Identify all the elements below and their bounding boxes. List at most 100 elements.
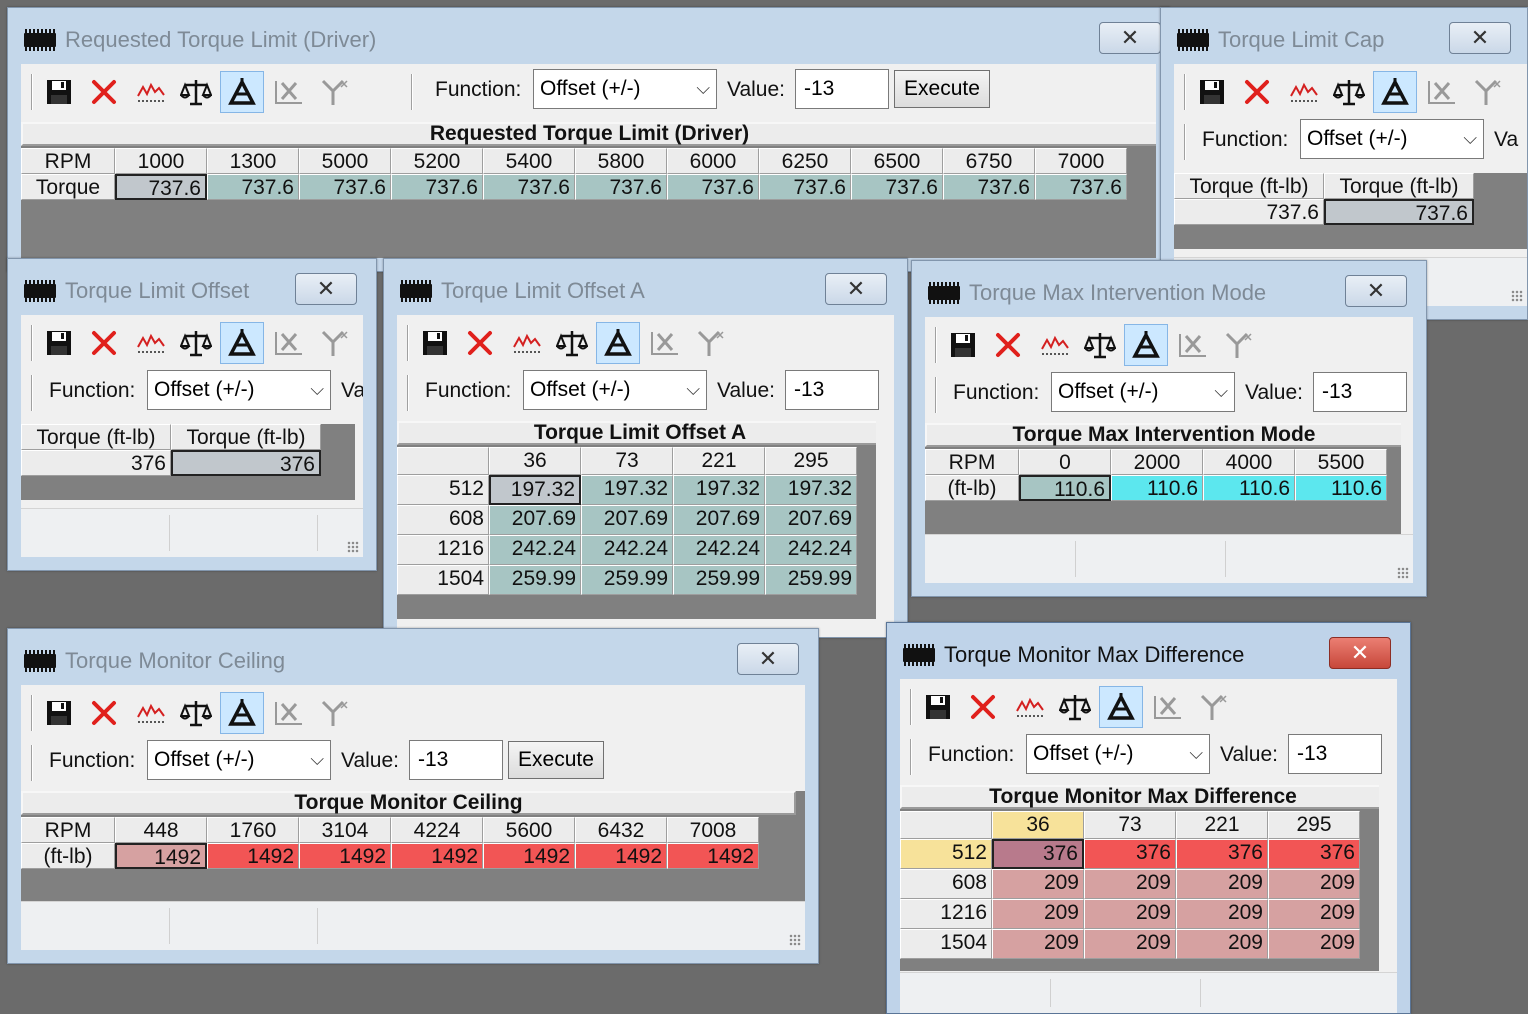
table-cell[interactable]: 1492: [391, 843, 483, 869]
graph-button[interactable]: [1033, 324, 1077, 366]
close-button[interactable]: ✕: [737, 643, 799, 675]
title-bar[interactable]: Torque Max Intervention Mode ✕: [912, 261, 1426, 317]
save-button[interactable]: [37, 71, 81, 113]
table-cell[interactable]: 1492: [207, 843, 299, 869]
table-cell[interactable]: 259.99: [765, 565, 857, 595]
window-torque-limit-offset-a[interactable]: Torque Limit Offset A ✕ Function: Offset…: [383, 258, 908, 638]
table-cell[interactable]: 242.24: [489, 535, 581, 565]
table-cell[interactable]: 110.6: [1019, 475, 1111, 501]
table-cell[interactable]: 737.6: [115, 174, 207, 200]
function-select[interactable]: Offset (+/-) ⌵: [523, 370, 707, 410]
title-bar[interactable]: Torque Limit Cap ✕: [1161, 8, 1527, 64]
close-button[interactable]: ✕: [1099, 22, 1161, 54]
graph-button[interactable]: [129, 322, 173, 364]
table-cell[interactable]: 209: [1176, 929, 1268, 959]
graph-button[interactable]: [129, 71, 173, 113]
x-axis-button[interactable]: [266, 692, 310, 734]
scale-button[interactable]: [1078, 324, 1122, 366]
table-cell[interactable]: 197.32: [673, 475, 765, 505]
function-select[interactable]: Offset (+/-) ⌵: [147, 740, 331, 780]
scale-button[interactable]: [174, 71, 218, 113]
x-axis-button[interactable]: [266, 71, 310, 113]
save-button[interactable]: [37, 692, 81, 734]
table-cell[interactable]: 1492: [299, 843, 391, 869]
x-axis-button[interactable]: [1145, 686, 1189, 728]
table-cell[interactable]: 737.6: [207, 174, 299, 200]
triangle-tool-button[interactable]: [220, 322, 264, 364]
table-cell[interactable]: 209: [1176, 899, 1268, 929]
delete-button[interactable]: [82, 692, 126, 734]
close-button[interactable]: ✕: [1345, 275, 1407, 307]
resize-grip[interactable]: [347, 541, 359, 553]
table-cell[interactable]: 259.99: [581, 565, 673, 595]
table-cell[interactable]: 197.32: [765, 475, 857, 505]
table-cell[interactable]: 207.69: [581, 505, 673, 535]
graph-button[interactable]: [129, 692, 173, 734]
scale-button[interactable]: [174, 692, 218, 734]
table-cell[interactable]: 1492: [575, 843, 667, 869]
table-cell[interactable]: 737.6: [391, 174, 483, 200]
title-bar[interactable]: Torque Limit Offset A ✕: [384, 259, 907, 315]
window-torque-monitor-max-difference[interactable]: Torque Monitor Max Difference ✕ Function…: [886, 622, 1411, 1014]
save-button[interactable]: [916, 686, 960, 728]
table-cell[interactable]: 376: [21, 450, 171, 476]
value-input[interactable]: -13: [1288, 734, 1382, 774]
save-button[interactable]: [1190, 71, 1234, 113]
table-cell[interactable]: 376: [1268, 839, 1360, 869]
table-cell[interactable]: 242.24: [581, 535, 673, 565]
scale-button[interactable]: [550, 322, 594, 364]
close-button[interactable]: ✕: [1449, 22, 1511, 54]
graph-button[interactable]: [1008, 686, 1052, 728]
function-select[interactable]: Offset (+/-) ⌵: [1026, 734, 1210, 774]
table-cell[interactable]: 209: [992, 929, 1084, 959]
table-cell[interactable]: 209: [1084, 929, 1176, 959]
scale-button[interactable]: [1327, 71, 1371, 113]
window-torque-monitor-ceiling[interactable]: Torque Monitor Ceiling ✕ Function: Offse…: [7, 628, 819, 964]
x-axis-button[interactable]: [1170, 324, 1214, 366]
table-cell[interactable]: 209: [1268, 869, 1360, 899]
table-cell[interactable]: 737.6: [1174, 199, 1324, 225]
scale-button[interactable]: [174, 322, 218, 364]
function-select[interactable]: Offset (+/-) ⌵: [1300, 119, 1484, 159]
table-cell[interactable]: 376: [1084, 839, 1176, 869]
scale-button[interactable]: [1053, 686, 1097, 728]
triangle-tool-button[interactable]: [1373, 71, 1417, 113]
function-select[interactable]: Offset (+/-) ⌵: [1051, 372, 1235, 412]
y-axis-button[interactable]: [311, 322, 355, 364]
value-input[interactable]: -13: [409, 740, 503, 780]
table-cell[interactable]: 207.69: [673, 505, 765, 535]
value-input[interactable]: -13: [795, 69, 889, 109]
table-cell[interactable]: 209: [1084, 869, 1176, 899]
execute-button[interactable]: Execute: [508, 741, 604, 779]
table-cell[interactable]: 209: [1084, 899, 1176, 929]
save-button[interactable]: [413, 322, 457, 364]
table-cell[interactable]: 1492: [483, 843, 575, 869]
x-axis-button[interactable]: [1419, 71, 1463, 113]
title-bar[interactable]: Torque Monitor Ceiling ✕: [8, 629, 818, 685]
table-cell[interactable]: 110.6: [1111, 475, 1203, 501]
triangle-tool-button[interactable]: [220, 692, 264, 734]
table-cell[interactable]: 737.6: [851, 174, 943, 200]
x-axis-button[interactable]: [266, 322, 310, 364]
table-cell[interactable]: 376: [1176, 839, 1268, 869]
y-axis-button[interactable]: [687, 322, 731, 364]
table-cell[interactable]: 207.69: [765, 505, 857, 535]
table-cell[interactable]: 209: [1176, 869, 1268, 899]
value-input[interactable]: -13: [785, 370, 879, 410]
y-axis-button[interactable]: [1215, 324, 1259, 366]
y-axis-button[interactable]: [1190, 686, 1234, 728]
table-cell[interactable]: 737.6: [575, 174, 667, 200]
save-button[interactable]: [941, 324, 985, 366]
table-cell[interactable]: 209: [992, 899, 1084, 929]
value-input[interactable]: -13: [1313, 372, 1407, 412]
triangle-tool-button[interactable]: [596, 322, 640, 364]
resize-grip[interactable]: [789, 934, 801, 946]
close-button[interactable]: ✕: [825, 273, 887, 305]
title-bar[interactable]: Torque Limit Offset ✕: [8, 259, 376, 315]
close-button[interactable]: ✕: [295, 273, 357, 305]
triangle-tool-button[interactable]: [1124, 324, 1168, 366]
table-cell[interactable]: 737.6: [759, 174, 851, 200]
y-axis-button[interactable]: [311, 71, 355, 113]
table-cell[interactable]: 376: [992, 839, 1084, 869]
table-cell[interactable]: 197.32: [489, 475, 581, 505]
